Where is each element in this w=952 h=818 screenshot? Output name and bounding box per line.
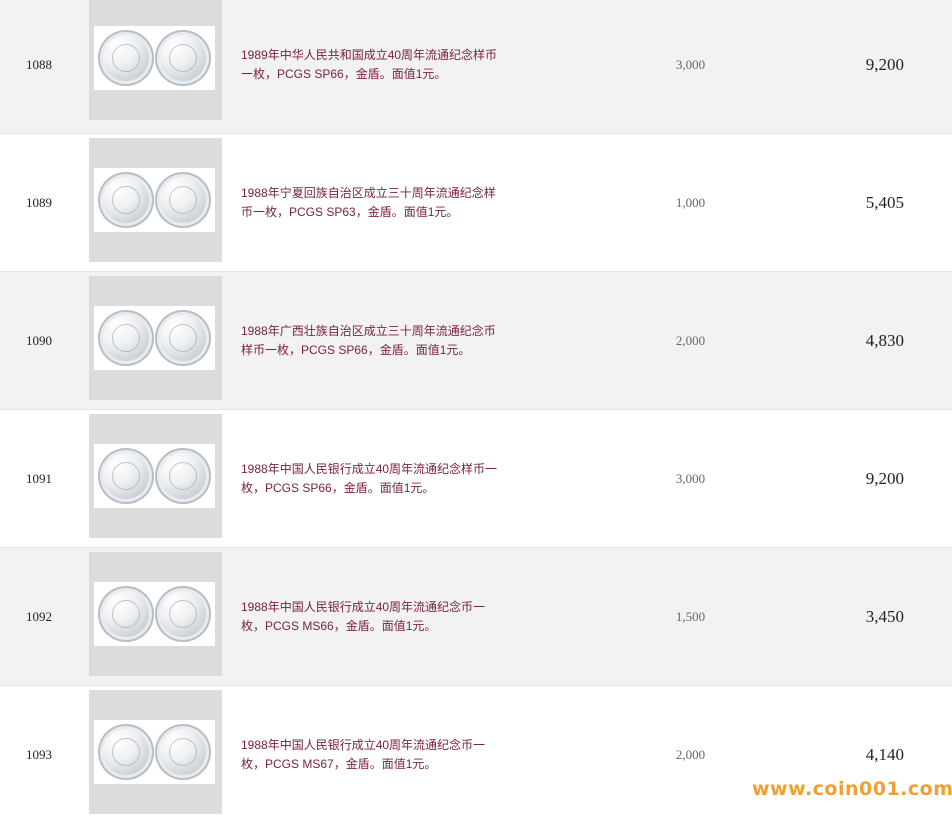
lot-description-link[interactable]: 1988年中国人民银行成立40周年流通纪念币一枚，PCGS MS67，金盾。面值…	[241, 686, 501, 818]
lot-table: 1088 1989年中华人民共和国成立40周年流通纪念样币一枚，PCGS SP6…	[0, 0, 952, 818]
coin-reverse-image	[98, 724, 154, 780]
lot-number: 1092	[26, 609, 52, 624]
lot-estimate: 3,000	[675, 471, 706, 486]
lot-description-link[interactable]: 1988年中国人民银行成立40周年流通纪念币一枚，PCGS MS66，金盾。面值…	[241, 548, 501, 686]
site-watermark: www.coin001.com	[752, 778, 952, 800]
coin-reverse-image	[98, 310, 154, 366]
lot-price: 3,450	[865, 607, 904, 626]
coin-reverse-image	[98, 30, 154, 86]
table-row: 1088 1989年中华人民共和国成立40周年流通纪念样币一枚，PCGS SP6…	[0, 0, 952, 134]
coin-reverse-image	[98, 586, 154, 642]
lot-price: 9,200	[865, 469, 904, 488]
coin-reverse-image	[98, 172, 154, 228]
lot-estimate: 1,000	[675, 195, 706, 210]
lot-estimate: 2,000	[675, 747, 706, 762]
coin-obverse-image	[155, 586, 211, 642]
lot-number: 1090	[26, 333, 52, 348]
table-row: 1089 1988年宁夏回族自治区成立三十周年流通纪念样币一枚，PCGS SP6…	[0, 134, 952, 272]
coin-obverse-image	[155, 448, 211, 504]
coin-thumbnail[interactable]	[89, 276, 222, 400]
coin-reverse-image	[98, 448, 154, 504]
lot-description-link[interactable]: 1989年中华人民共和国成立40周年流通纪念样币一枚，PCGS SP66，金盾。…	[241, 0, 501, 134]
lot-description-link[interactable]: 1988年中国人民银行成立40周年流通纪念样币一枚，PCGS SP66，金盾。面…	[241, 410, 501, 548]
lot-number: 1091	[26, 471, 52, 486]
coin-thumbnail[interactable]	[89, 0, 222, 120]
coin-thumbnail[interactable]	[89, 138, 222, 262]
lot-description-link[interactable]: 1988年宁夏回族自治区成立三十周年流通纪念样币一枚，PCGS SP63，金盾。…	[241, 134, 501, 272]
lot-estimate: 3,000	[675, 57, 706, 72]
table-row: 1091 1988年中国人民银行成立40周年流通纪念样币一枚，PCGS SP66…	[0, 410, 952, 548]
coin-thumbnail[interactable]	[89, 414, 222, 538]
lot-price: 9,200	[865, 55, 904, 74]
coin-obverse-image	[155, 724, 211, 780]
coin-obverse-image	[155, 30, 211, 86]
lot-number: 1093	[26, 747, 52, 762]
coin-thumbnail[interactable]	[89, 690, 222, 814]
lot-price: 5,405	[865, 193, 904, 212]
lot-number: 1088	[26, 57, 52, 72]
table-row: 1090 1988年广西壮族自治区成立三十周年流通纪念币样币一枚，PCGS SP…	[0, 272, 952, 410]
coin-obverse-image	[155, 310, 211, 366]
lot-description-link[interactable]: 1988年广西壮族自治区成立三十周年流通纪念币样币一枚，PCGS SP66，金盾…	[241, 272, 501, 410]
coin-obverse-image	[155, 172, 211, 228]
lot-price: 4,830	[865, 331, 904, 350]
lot-number: 1089	[26, 195, 52, 210]
table-row: 1092 1988年中国人民银行成立40周年流通纪念币一枚，PCGS MS66，…	[0, 548, 952, 686]
coin-thumbnail[interactable]	[89, 552, 222, 676]
lot-estimate: 2,000	[675, 333, 706, 348]
lot-estimate: 1,500	[675, 609, 706, 624]
